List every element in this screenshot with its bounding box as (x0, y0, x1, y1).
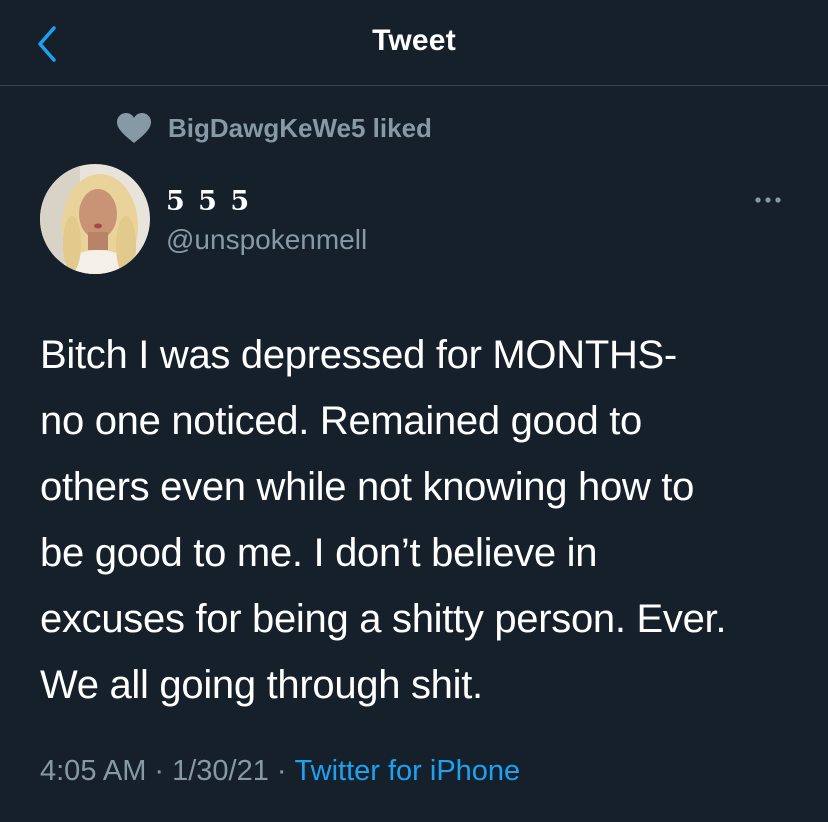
heart-icon (117, 113, 151, 143)
separator-dot: · (276, 755, 287, 787)
tweet-text-line: others even while not knowing how to (40, 465, 695, 509)
top-bar: Tweet (0, 0, 828, 86)
more-options-button[interactable] (748, 188, 788, 212)
tweet-text-line: no one noticed. Remained good to (40, 399, 642, 443)
tweet-metadata: 4:05 AM · 1/30/21 · Twitter for iPhone (40, 755, 520, 788)
tweet-text-line: excuses for being a shitty person. Ever. (40, 597, 727, 641)
author-display-name[interactable]: 5 5 5 (166, 186, 251, 217)
author-handle[interactable]: @unspokenmell (166, 224, 367, 256)
tweet-date: 1/30/21 (172, 755, 269, 787)
tweet-text-line: Bitch I was depressed for MONTHS- (40, 333, 677, 377)
tweet-text-line: be good to me. I don’t believe in (40, 531, 598, 575)
social-context-text: BigDawgKeWe5 liked (168, 112, 432, 143)
social-context[interactable]: BigDawgKeWe5 liked (116, 110, 432, 146)
tweet-text: Bitch I was depressed for MONTHS- no one… (40, 322, 810, 718)
page-title: Tweet (372, 24, 456, 57)
tweet-time: 4:05 AM (40, 755, 147, 787)
separator-dot: · (154, 755, 165, 787)
avatar[interactable] (40, 164, 150, 274)
tweet-source-link[interactable]: Twitter for iPhone (295, 755, 521, 787)
tweet-text-line: We all going through shit. (40, 663, 483, 707)
avatar-image (40, 164, 150, 274)
more-icon (755, 197, 781, 203)
